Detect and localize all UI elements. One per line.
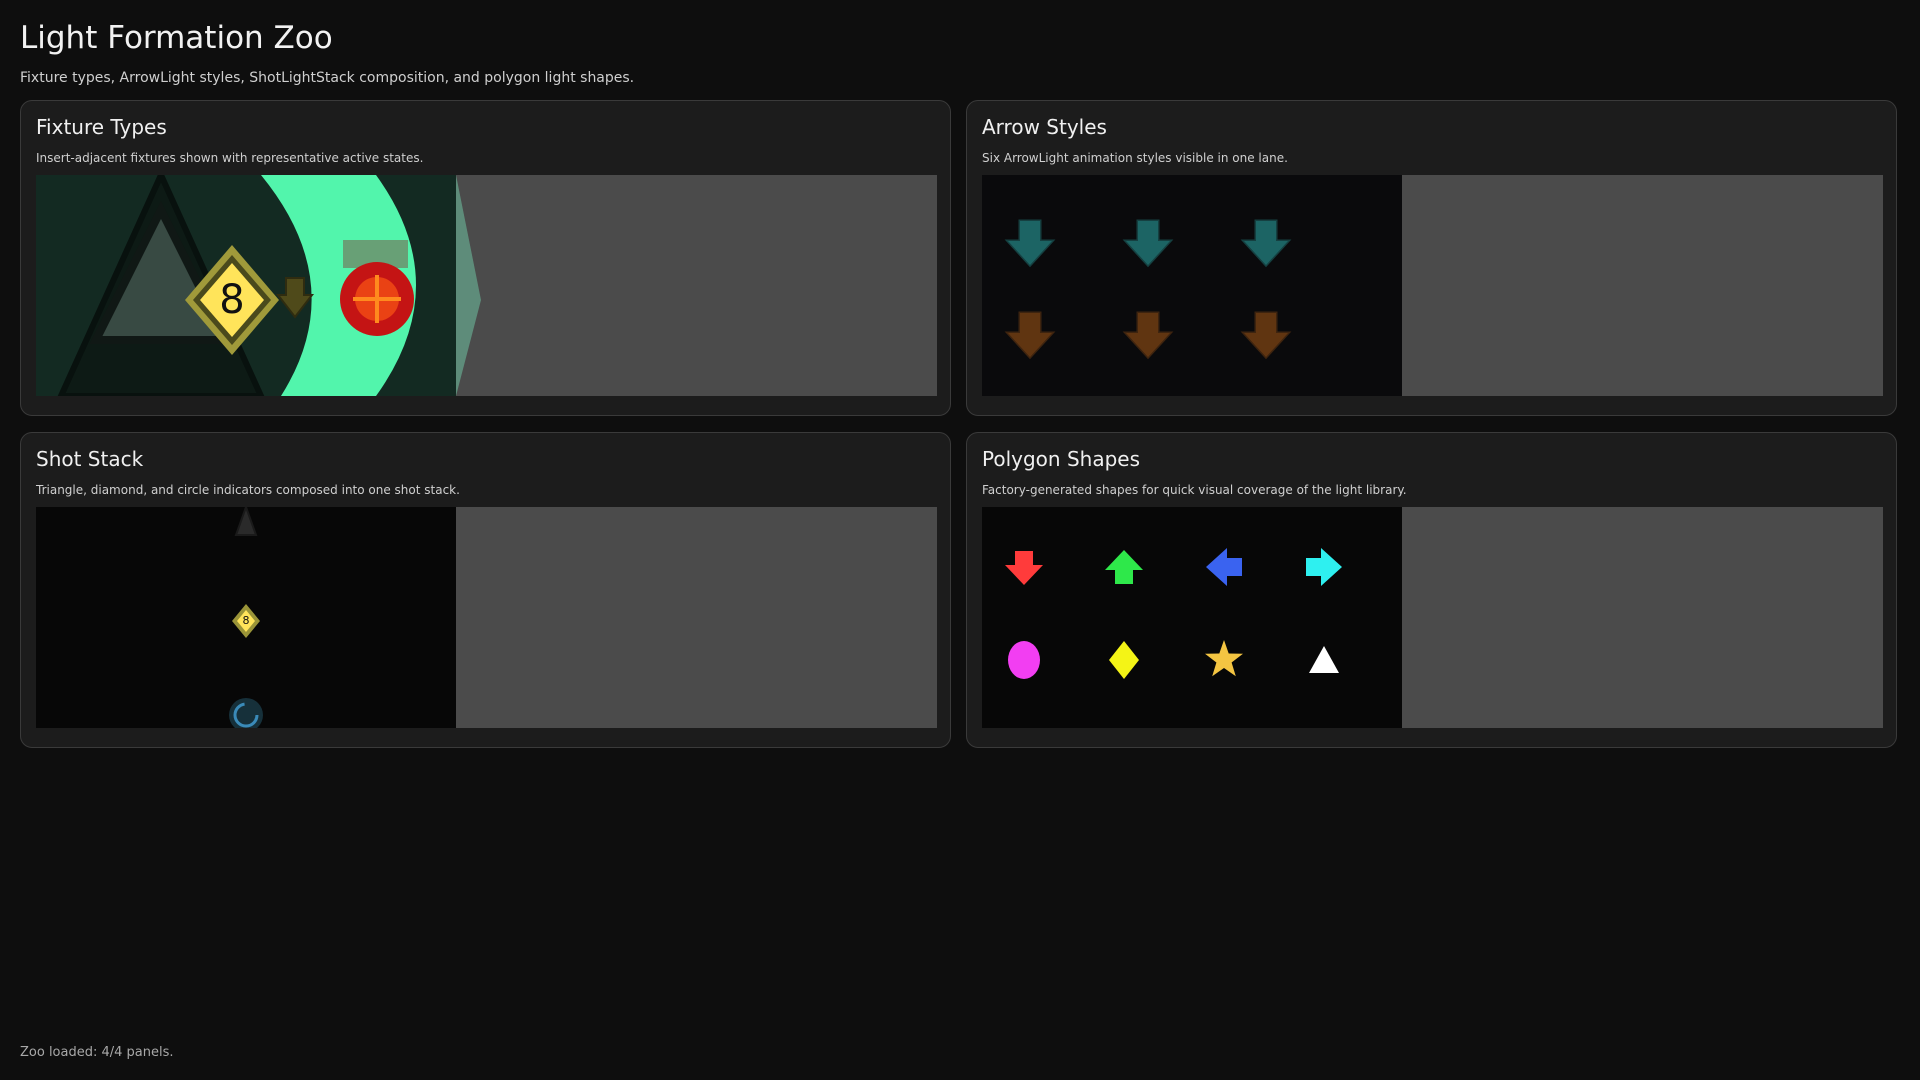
- diamond-fixture-number: 8: [219, 277, 245, 323]
- panel-title: Polygon Shapes: [982, 447, 1140, 471]
- panel-title: Fixture Types: [36, 115, 167, 139]
- polygon-scene: [982, 507, 1402, 728]
- fixture-scene: [36, 175, 481, 396]
- shot-stack-scene: [36, 507, 456, 728]
- page-subtitle: Fixture types, ArrowLight styles, ShotLi…: [20, 70, 635, 86]
- panel-title: Shot Stack: [36, 447, 144, 471]
- panel-fixture-types: Fixture Types Insert-adjacent fixtures s…: [20, 100, 951, 416]
- fixture-preview-viewport: 8: [36, 175, 937, 396]
- panel-arrow-styles: Arrow Styles Six ArrowLight animation st…: [966, 100, 1897, 416]
- status-bar-text: Zoo loaded: 4/4 panels.: [20, 1045, 174, 1060]
- panel-polygon-shapes: Polygon Shapes Factory-generated shapes …: [966, 432, 1897, 748]
- oval-icon: [1008, 641, 1040, 679]
- edge-light: [456, 175, 481, 396]
- panel-description: Insert-adjacent fixtures shown with repr…: [36, 151, 424, 165]
- panel-shot-stack: Shot Stack Triangle, diamond, and circle…: [20, 432, 951, 748]
- page-title: Light Formation Zoo: [20, 20, 333, 56]
- panel-description: Triangle, diamond, and circle indicators…: [36, 483, 460, 497]
- stack-diamond-number: 8: [242, 614, 250, 627]
- panel-description: Factory-generated shapes for quick visua…: [982, 483, 1407, 497]
- arrow-preview-viewport: [982, 175, 1883, 396]
- shot-stack-viewport: 8: [36, 507, 937, 728]
- arrow-scene: [982, 175, 1402, 396]
- circle-fixture: [340, 240, 414, 336]
- panel-title: Arrow Styles: [982, 115, 1107, 139]
- panel-description: Six ArrowLight animation styles visible …: [982, 151, 1288, 165]
- polygon-preview-viewport: [982, 507, 1883, 728]
